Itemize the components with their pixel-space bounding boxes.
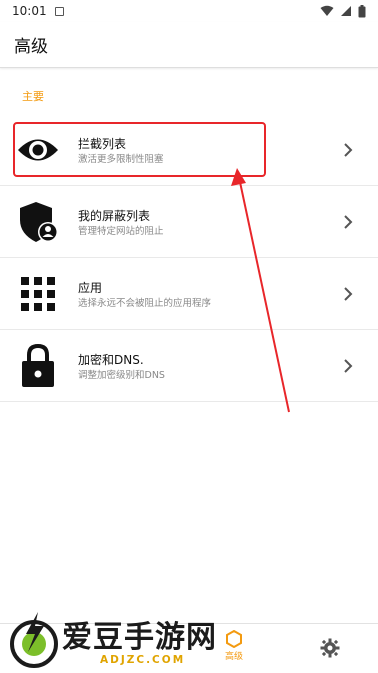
row-subtitle: 管理特定网站的阻止: [78, 226, 164, 237]
gear-icon: [320, 638, 340, 658]
chevron-right-icon: [344, 215, 353, 229]
row-title: 应用: [78, 281, 103, 295]
chevron-right-icon: [344, 143, 353, 157]
notification-icon: [54, 6, 64, 16]
advanced-icon: [226, 630, 242, 648]
wifi-icon: [320, 5, 334, 16]
battery-icon: [358, 4, 366, 17]
page-title: 高级: [14, 37, 48, 57]
status-icons: [320, 4, 366, 18]
signal-icon: [341, 6, 351, 16]
section-header: 主要: [22, 90, 44, 103]
chevron-right-icon: [344, 359, 353, 373]
lock-icon: [16, 343, 60, 388]
list-item-apps[interactable]: 应用 选择永远不会被阻止的应用程序: [0, 258, 378, 330]
nav-advanced[interactable]: 高级: [214, 630, 254, 670]
nav-settings[interactable]: [310, 638, 350, 673]
status-time: 10:01: [12, 4, 47, 18]
row-subtitle: 选择永远不会被阻止的应用程序: [78, 298, 212, 309]
watermark-text: 爱豆手游网: [62, 620, 217, 655]
app-bar: 高级: [0, 22, 378, 68]
row-title: 我的屏蔽列表: [78, 209, 151, 223]
grid-icon: [16, 272, 60, 316]
annotation-highlight-box: [13, 122, 266, 177]
chevron-right-icon: [344, 287, 353, 301]
list-item-encryption-dns[interactable]: 加密和DNS. 调整加密级别和DNS: [0, 330, 378, 402]
watermark-logo: [10, 612, 58, 668]
shield-user-icon: [16, 200, 60, 244]
watermark-subtext: ADJZC.COM: [100, 654, 186, 666]
nav-advanced-label: 高级: [224, 652, 243, 662]
row-title: 加密和DNS.: [78, 353, 144, 367]
status-bar: 10:01: [0, 0, 378, 22]
row-subtitle: 调整加密级别和DNS: [78, 370, 165, 381]
list-item-my-blocklist[interactable]: 我的屏蔽列表 管理特定网站的阻止: [0, 186, 378, 258]
